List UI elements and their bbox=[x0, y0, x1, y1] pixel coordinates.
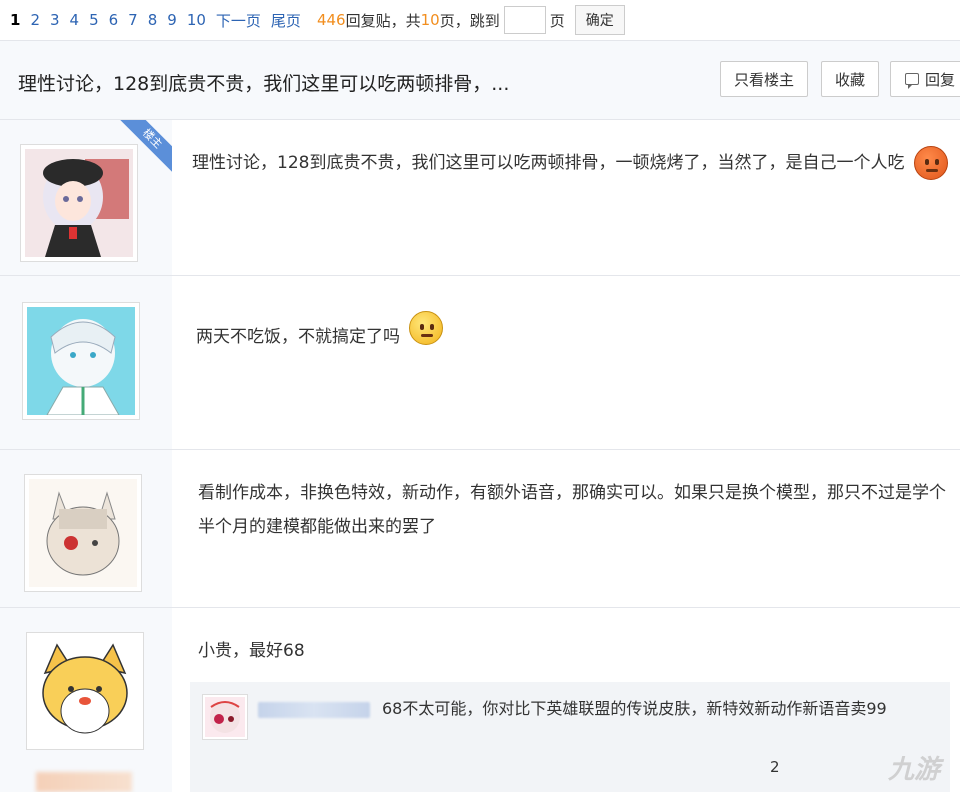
post-body: 看制作成本，非换色特效，新动作，有额外语音，那确实可以。如果只是换个模型，那只不… bbox=[172, 450, 960, 607]
post-text: 两天不吃饭，不就搞定了吗 bbox=[196, 327, 400, 347]
reply-count: 446 bbox=[316, 11, 346, 29]
reply-button[interactable]: 回复 bbox=[890, 61, 960, 97]
site-watermark: 九游 bbox=[887, 755, 940, 785]
confirm-jump-button[interactable]: 确定 bbox=[574, 5, 625, 35]
page-1[interactable]: 1 bbox=[10, 11, 20, 29]
avatar-image bbox=[31, 637, 139, 745]
page-2[interactable]: 2 bbox=[30, 11, 40, 29]
page-6[interactable]: 6 bbox=[109, 11, 119, 29]
post-author-panel bbox=[0, 608, 172, 792]
post-content: 小贵，最好68 bbox=[198, 634, 938, 668]
page-5[interactable]: 5 bbox=[89, 11, 99, 29]
page-7[interactable]: 7 bbox=[128, 11, 138, 29]
jump-page-input[interactable] bbox=[503, 6, 546, 34]
sub-reply-text: 68不太可能，你对比下英雄联盟的传说皮肤，新特效新动作新语音卖99 bbox=[382, 699, 887, 718]
page-4[interactable]: 4 bbox=[70, 11, 80, 29]
post-content: 两天不吃饭，不就搞定了吗 bbox=[196, 311, 956, 354]
blurred-avatar bbox=[36, 772, 132, 792]
page-unit: 页 bbox=[439, 11, 455, 30]
only-op-button[interactable]: 只看楼主 bbox=[720, 61, 808, 97]
post-author-panel bbox=[0, 450, 172, 607]
page-3[interactable]: 3 bbox=[50, 11, 60, 29]
sub-reply-count: 2 bbox=[770, 758, 780, 776]
post-2: 两天不吃饭，不就搞定了吗 bbox=[0, 276, 960, 450]
avatar[interactable] bbox=[26, 632, 144, 750]
post-body: 两天不吃饭，不就搞定了吗 bbox=[172, 276, 960, 449]
reply-button-label: 回复 bbox=[924, 70, 955, 89]
avatar[interactable] bbox=[24, 474, 142, 592]
post-text: 看制作成本，非换色特效，新动作，有额外语音，那确实可以。如果只是换个模型，那只不… bbox=[198, 483, 946, 537]
post-text: 理性讨论，128到底贵不贵，我们这里可以吃两顿排骨，一顿烧烤了，当然了，是自己一… bbox=[192, 153, 905, 173]
next-page-link[interactable]: 下一页 bbox=[216, 10, 261, 31]
avatar-image bbox=[27, 307, 135, 415]
post-content: 理性讨论，128到底贵不贵，我们这里可以吃两顿排骨，一顿烧烤了，当然了，是自己一… bbox=[192, 146, 952, 180]
sub-reply-avatar[interactable] bbox=[202, 694, 248, 740]
sad-emoji-icon bbox=[409, 311, 444, 345]
page-9[interactable]: 9 bbox=[167, 11, 177, 29]
thread-title: 理性讨论，128到底贵不贵，我们这里可以吃两顿排骨，... bbox=[18, 73, 510, 95]
post-author-panel bbox=[0, 276, 172, 449]
reply-count-label: 回复贴，共 bbox=[345, 11, 421, 30]
page-8[interactable]: 8 bbox=[148, 11, 158, 29]
post-author-panel: 楼主 bbox=[0, 120, 172, 275]
post-3: 看制作成本，非换色特效，新动作，有额外语音，那确实可以。如果只是换个模型，那只不… bbox=[0, 450, 960, 608]
post-text: 小贵，最好68 bbox=[198, 641, 305, 661]
post-content: 看制作成本，非换色特效，新动作，有额外语音，那确实可以。如果只是换个模型，那只不… bbox=[198, 476, 958, 544]
avatar-image bbox=[25, 149, 133, 257]
thread-header: 理性讨论，128到底贵不贵，我们这里可以吃两顿排骨，... 只看楼主 收藏 回复 bbox=[0, 40, 960, 120]
comment-icon bbox=[904, 73, 919, 89]
page-10[interactable]: 10 bbox=[187, 11, 206, 29]
post-1: 楼主 理性讨论，128到底贵不贵，我们这里可以吃两顿排骨，一顿烧烤了，当然了，是… bbox=[0, 120, 960, 276]
last-page-link[interactable]: 尾页 bbox=[271, 10, 301, 31]
avatar[interactable] bbox=[22, 302, 140, 420]
angry-emoji-icon bbox=[913, 146, 948, 180]
total-pages: 10 bbox=[420, 11, 440, 29]
sub-reply: 68不太可能，你对比下英雄联盟的传说皮肤，新特效新动作新语音卖99 2 九游 bbox=[190, 682, 950, 792]
jump-label: ，跳到 bbox=[454, 11, 500, 30]
favorite-button[interactable]: 收藏 bbox=[821, 61, 879, 97]
avatar-image bbox=[29, 479, 137, 587]
jump-unit: 页 bbox=[549, 11, 565, 30]
post-body: 理性讨论，128到底贵不贵，我们这里可以吃两顿排骨，一顿烧烤了，当然了，是自己一… bbox=[172, 120, 960, 275]
pagination-bar: 1 2 3 4 5 6 7 8 9 10 下一页 尾页 446 回复贴，共 10… bbox=[0, 0, 960, 40]
op-badge: 楼主 bbox=[120, 120, 172, 172]
